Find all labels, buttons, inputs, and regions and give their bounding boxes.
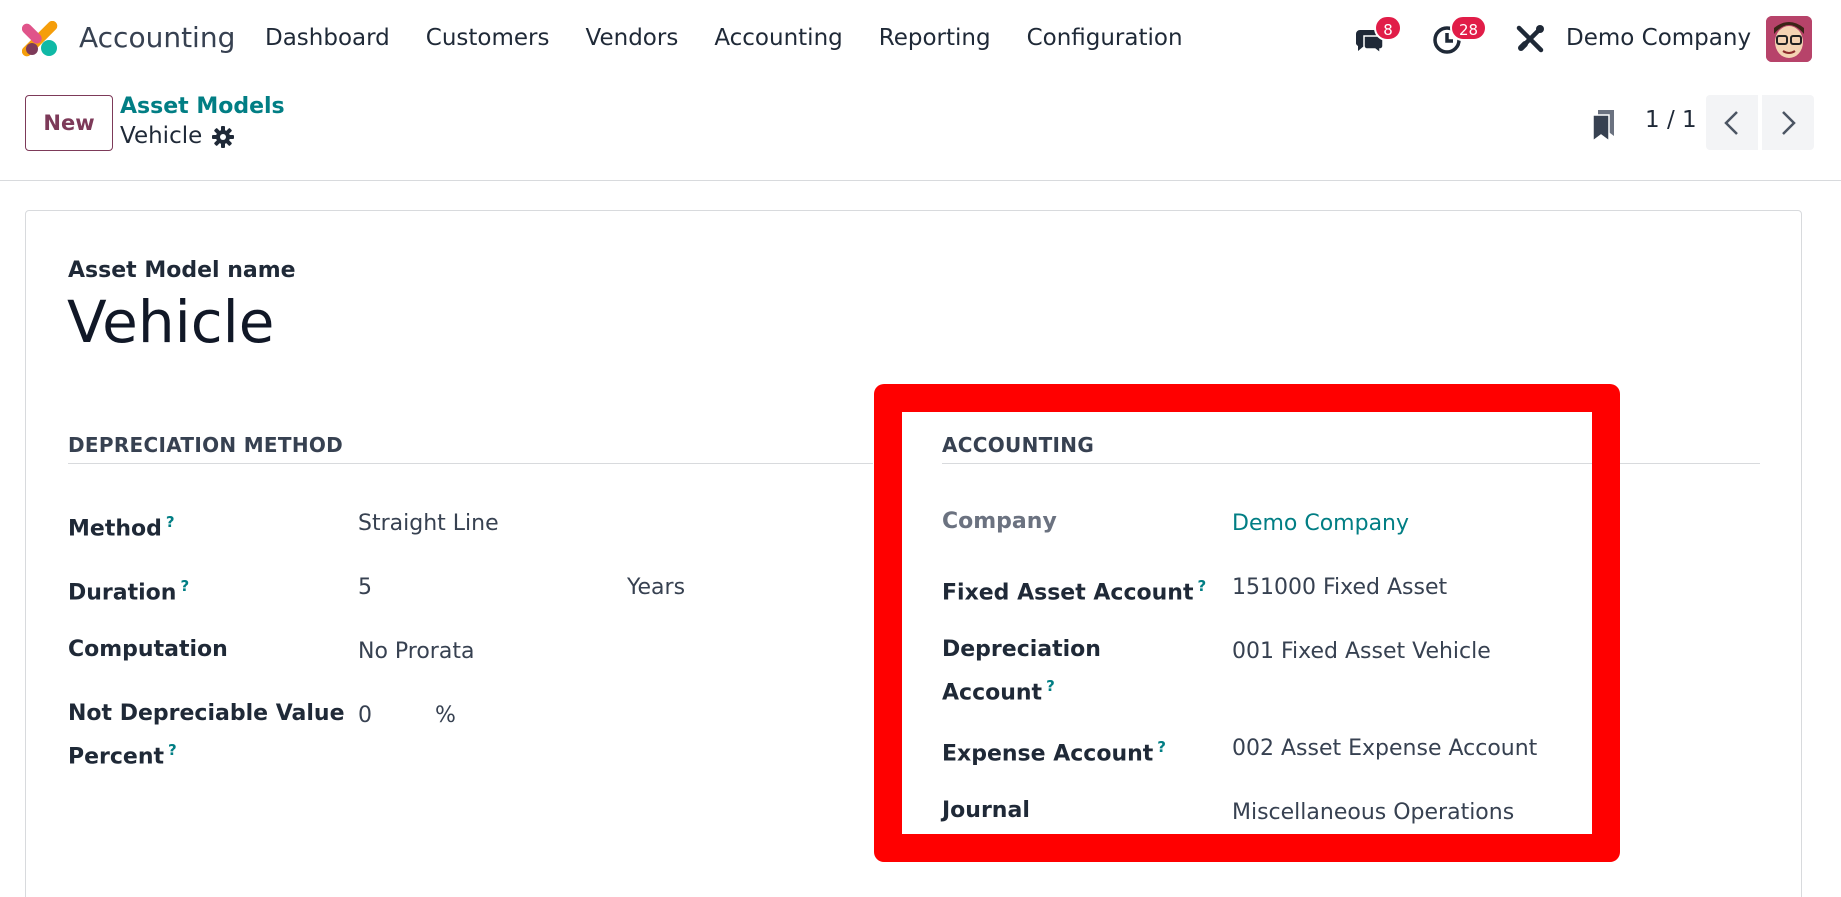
pager-value[interactable]: 1 / 1	[1645, 107, 1697, 133]
not-depreciable-field[interactable]: 0	[358, 703, 372, 728]
asset-model-name-label: Asset Model name	[68, 258, 296, 283]
user-avatar[interactable]	[1766, 16, 1812, 62]
tools-icon[interactable]	[1513, 22, 1547, 56]
expense-account-field[interactable]: 002 Asset Expense Account	[1232, 736, 1537, 761]
duration-help-icon[interactable]: ?	[180, 577, 189, 595]
journal-field[interactable]: Miscellaneous Operations	[1232, 800, 1514, 825]
menu-item-dashboard[interactable]: Dashboard	[265, 25, 390, 51]
menu-item-customers[interactable]: Customers	[426, 25, 550, 51]
breadcrumb-current: Vehicle	[120, 123, 203, 149]
method-label: Method?	[68, 513, 175, 542]
avatar-icon	[1766, 16, 1812, 62]
new-button[interactable]: New	[25, 95, 113, 151]
control-panel-divider	[0, 180, 1841, 181]
method-field[interactable]: Straight Line	[358, 511, 499, 536]
depreciation-account-label: Depreciation Account?	[942, 637, 1101, 706]
app-logo-icon[interactable]	[22, 21, 60, 59]
journal-label: Journal	[942, 798, 1030, 823]
messages-badge: 8	[1374, 15, 1402, 41]
computation-label: Computation	[68, 637, 228, 662]
not-depreciable-help-icon[interactable]: ?	[168, 741, 177, 759]
company-field[interactable]: Demo Company	[1232, 511, 1409, 536]
duration-unit-field[interactable]: Years	[627, 575, 685, 600]
gear-icon[interactable]	[211, 125, 235, 149]
app-name[interactable]: Accounting	[79, 21, 235, 54]
top-navbar: Accounting Dashboard Customers Vendors A…	[0, 0, 1841, 79]
expense-account-label: Expense Account?	[942, 738, 1166, 767]
pager-next-button[interactable]	[1762, 95, 1814, 150]
depreciation-account-help-icon[interactable]: ?	[1046, 677, 1055, 695]
duration-field[interactable]: 5	[358, 575, 372, 600]
activities-badge: 28	[1450, 15, 1488, 41]
accounting-section-divider	[942, 463, 1760, 464]
depreciation-method-title: DEPRECIATION METHOD	[68, 433, 344, 457]
fixed-asset-account-field[interactable]: 151000 Fixed Asset	[1232, 575, 1447, 600]
not-depreciable-label: Not Depreciable Value Percent?	[68, 701, 345, 770]
breadcrumb-asset-models[interactable]: Asset Models	[120, 94, 285, 119]
main-menu: Dashboard Customers Vendors Accounting R…	[265, 25, 1219, 51]
pager-previous-button[interactable]	[1706, 95, 1758, 150]
menu-item-reporting[interactable]: Reporting	[879, 25, 991, 51]
depreciation-section-divider	[68, 463, 873, 464]
duration-label: Duration?	[68, 577, 190, 606]
accounting-title: ACCOUNTING	[942, 433, 1095, 457]
company-label: Company	[942, 509, 1057, 534]
asset-model-name-input[interactable]: Vehicle	[67, 288, 274, 356]
expense-account-help-icon[interactable]: ?	[1157, 738, 1166, 756]
chevron-left-icon	[1724, 111, 1738, 135]
fixed-asset-help-icon[interactable]: ?	[1197, 577, 1206, 595]
chevron-right-icon	[1782, 111, 1796, 135]
menu-item-configuration[interactable]: Configuration	[1027, 25, 1183, 51]
bookmark-icon[interactable]	[1590, 108, 1618, 142]
menu-item-vendors[interactable]: Vendors	[586, 25, 679, 51]
form-sheet	[25, 210, 1802, 897]
not-depreciable-unit: %	[435, 703, 456, 728]
method-help-icon[interactable]: ?	[166, 513, 175, 531]
computation-field[interactable]: No Prorata	[358, 639, 474, 664]
fixed-asset-account-label: Fixed Asset Account?	[942, 577, 1207, 606]
company-switcher[interactable]: Demo Company	[1566, 25, 1751, 51]
depreciation-account-field[interactable]: 001 Fixed Asset Vehicle	[1232, 639, 1491, 664]
menu-item-accounting[interactable]: Accounting	[714, 25, 842, 51]
